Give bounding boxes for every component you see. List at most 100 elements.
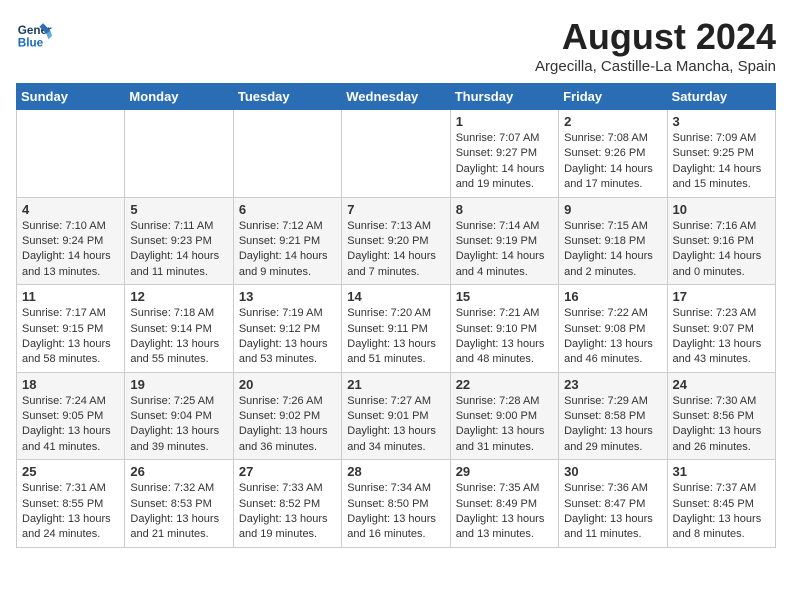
day-info: Sunrise: 7:28 AM Sunset: 9:00 PM Dayligh… xyxy=(456,394,553,456)
calendar-cell: 14Sunrise: 7:20 AM Sunset: 9:11 PM Dayli… xyxy=(342,285,450,373)
day-info: Sunrise: 7:19 AM Sunset: 9:12 PM Dayligh… xyxy=(239,306,336,368)
calendar-cell xyxy=(125,110,233,198)
day-info: Sunrise: 7:31 AM Sunset: 8:55 PM Dayligh… xyxy=(22,481,119,543)
day-number: 23 xyxy=(564,377,661,392)
day-info: Sunrise: 7:27 AM Sunset: 9:01 PM Dayligh… xyxy=(347,394,444,456)
month-year: August 2024 xyxy=(535,16,776,58)
week-row-4: 18Sunrise: 7:24 AM Sunset: 9:05 PM Dayli… xyxy=(17,372,776,460)
day-info: Sunrise: 7:34 AM Sunset: 8:50 PM Dayligh… xyxy=(347,481,444,543)
weekday-header-saturday: Saturday xyxy=(667,84,775,110)
day-info: Sunrise: 7:16 AM Sunset: 9:16 PM Dayligh… xyxy=(673,219,770,281)
day-number: 22 xyxy=(456,377,553,392)
day-info: Sunrise: 7:22 AM Sunset: 9:08 PM Dayligh… xyxy=(564,306,661,368)
day-number: 9 xyxy=(564,202,661,217)
day-number: 15 xyxy=(456,289,553,304)
calendar-cell: 16 Sunrise: 7:22 AM Sunset: 9:08 PM Dayli… xyxy=(559,285,667,373)
day-info: Sunrise: 7:12 AM Sunset: 9:21 PM Dayligh… xyxy=(239,219,336,281)
logo-icon: General Blue xyxy=(16,16,52,52)
calendar-cell: 6 Sunrise: 7:12 AM Sunset: 9:21 PM Daylig… xyxy=(233,197,341,285)
day-number: 24 xyxy=(673,377,770,392)
day-info: Sunrise: 7:37 AM Sunset: 8:45 PM Dayligh… xyxy=(673,481,770,543)
day-number: 26 xyxy=(130,464,227,479)
day-number: 31 xyxy=(673,464,770,479)
calendar-cell: 31 Sunrise: 7:37 AM Sunset: 8:45 PM Dayli… xyxy=(667,460,775,548)
day-info: Sunrise: 7:17 AM Sunset: 9:15 PM Dayligh… xyxy=(22,306,119,368)
week-row-1: 1Sunrise: 7:07 AM Sunset: 9:27 PM Daylig… xyxy=(17,110,776,198)
day-number: 16 xyxy=(564,289,661,304)
calendar-table: SundayMondayTuesdayWednesdayThursdayFrid… xyxy=(16,83,776,548)
calendar-cell: 8Sunrise: 7:14 AM Sunset: 9:19 PM Daylig… xyxy=(450,197,558,285)
calendar-cell: 28 Sunrise: 7:34 AM Sunset: 8:50 PM Dayli… xyxy=(342,460,450,548)
day-number: 27 xyxy=(239,464,336,479)
day-number: 4 xyxy=(22,202,119,217)
day-info: Sunrise: 7:09 AM Sunset: 9:25 PM Dayligh… xyxy=(673,131,770,193)
header: General Blue August 2024 Argecilla, Cast… xyxy=(16,16,776,75)
calendar-cell xyxy=(17,110,125,198)
day-number: 18 xyxy=(22,377,119,392)
weekday-header-monday: Monday xyxy=(125,84,233,110)
day-number: 29 xyxy=(456,464,553,479)
day-info: Sunrise: 7:14 AM Sunset: 9:19 PM Dayligh… xyxy=(456,219,553,281)
day-info: Sunrise: 7:30 AM Sunset: 8:56 PM Dayligh… xyxy=(673,394,770,456)
calendar-cell: 18Sunrise: 7:24 AM Sunset: 9:05 PM Dayli… xyxy=(17,372,125,460)
day-number: 30 xyxy=(564,464,661,479)
calendar-cell: 3 Sunrise: 7:09 AM Sunset: 9:25 PM Daylig… xyxy=(667,110,775,198)
calendar-cell: 10 Sunrise: 7:16 AM Sunset: 9:16 PM Dayli… xyxy=(667,197,775,285)
day-info: Sunrise: 7:35 AM Sunset: 8:49 PM Dayligh… xyxy=(456,481,553,543)
calendar-cell: 5Sunrise: 7:11 AM Sunset: 9:23 PM Daylig… xyxy=(125,197,233,285)
calendar-cell: 22 Sunrise: 7:28 AM Sunset: 9:00 PM Dayli… xyxy=(450,372,558,460)
calendar-cell: 2 Sunrise: 7:08 AM Sunset: 9:26 PM Daylig… xyxy=(559,110,667,198)
day-info: Sunrise: 7:18 AM Sunset: 9:14 PM Dayligh… xyxy=(130,306,227,368)
weekday-header-row: SundayMondayTuesdayWednesdayThursdayFrid… xyxy=(17,84,776,110)
day-number: 20 xyxy=(239,377,336,392)
calendar-cell: 20 Sunrise: 7:26 AM Sunset: 9:02 PM Dayli… xyxy=(233,372,341,460)
day-number: 10 xyxy=(673,202,770,217)
day-info: Sunrise: 7:08 AM Sunset: 9:26 PM Dayligh… xyxy=(564,131,661,193)
day-number: 6 xyxy=(239,202,336,217)
day-number: 17 xyxy=(673,289,770,304)
calendar-cell: 23 Sunrise: 7:29 AM Sunset: 8:58 PM Dayli… xyxy=(559,372,667,460)
weekday-header-wednesday: Wednesday xyxy=(342,84,450,110)
calendar-cell: 15 Sunrise: 7:21 AM Sunset: 9:10 PM Dayli… xyxy=(450,285,558,373)
title-area: August 2024 Argecilla, Castille-La Manch… xyxy=(535,16,776,75)
calendar-cell: 11 Sunrise: 7:17 AM Sunset: 9:15 PM Dayli… xyxy=(17,285,125,373)
day-number: 12 xyxy=(130,289,227,304)
week-row-3: 11 Sunrise: 7:17 AM Sunset: 9:15 PM Dayli… xyxy=(17,285,776,373)
calendar-cell: 9 Sunrise: 7:15 AM Sunset: 9:18 PM Daylig… xyxy=(559,197,667,285)
location: Argecilla, Castille-La Mancha, Spain xyxy=(535,58,776,75)
logo: General Blue xyxy=(16,16,52,52)
day-number: 21 xyxy=(347,377,444,392)
day-info: Sunrise: 7:29 AM Sunset: 8:58 PM Dayligh… xyxy=(564,394,661,456)
weekday-header-sunday: Sunday xyxy=(17,84,125,110)
day-info: Sunrise: 7:13 AM Sunset: 9:20 PM Dayligh… xyxy=(347,219,444,281)
day-info: Sunrise: 7:07 AM Sunset: 9:27 PM Dayligh… xyxy=(456,131,553,193)
calendar-cell: 12 Sunrise: 7:18 AM Sunset: 9:14 PM Dayli… xyxy=(125,285,233,373)
day-number: 28 xyxy=(347,464,444,479)
day-info: Sunrise: 7:26 AM Sunset: 9:02 PM Dayligh… xyxy=(239,394,336,456)
calendar-cell xyxy=(342,110,450,198)
calendar-cell: 30Sunrise: 7:36 AM Sunset: 8:47 PM Dayli… xyxy=(559,460,667,548)
day-number: 25 xyxy=(22,464,119,479)
day-info: Sunrise: 7:33 AM Sunset: 8:52 PM Dayligh… xyxy=(239,481,336,543)
week-row-5: 25 Sunrise: 7:31 AM Sunset: 8:55 PM Dayli… xyxy=(17,460,776,548)
calendar-cell: 29 Sunrise: 7:35 AM Sunset: 8:49 PM Dayli… xyxy=(450,460,558,548)
day-info: Sunrise: 7:10 AM Sunset: 9:24 PM Dayligh… xyxy=(22,219,119,281)
day-number: 2 xyxy=(564,114,661,129)
calendar-cell: 1Sunrise: 7:07 AM Sunset: 9:27 PM Daylig… xyxy=(450,110,558,198)
day-info: Sunrise: 7:25 AM Sunset: 9:04 PM Dayligh… xyxy=(130,394,227,456)
day-number: 7 xyxy=(347,202,444,217)
calendar-cell: 27 Sunrise: 7:33 AM Sunset: 8:52 PM Dayli… xyxy=(233,460,341,548)
day-number: 13 xyxy=(239,289,336,304)
calendar-cell: 21 Sunrise: 7:27 AM Sunset: 9:01 PM Dayli… xyxy=(342,372,450,460)
calendar-cell: 25 Sunrise: 7:31 AM Sunset: 8:55 PM Dayli… xyxy=(17,460,125,548)
day-number: 5 xyxy=(130,202,227,217)
weekday-header-thursday: Thursday xyxy=(450,84,558,110)
day-number: 11 xyxy=(22,289,119,304)
day-info: Sunrise: 7:15 AM Sunset: 9:18 PM Dayligh… xyxy=(564,219,661,281)
day-info: Sunrise: 7:21 AM Sunset: 9:10 PM Dayligh… xyxy=(456,306,553,368)
calendar-cell: 4 Sunrise: 7:10 AM Sunset: 9:24 PM Daylig… xyxy=(17,197,125,285)
weekday-header-tuesday: Tuesday xyxy=(233,84,341,110)
day-info: Sunrise: 7:32 AM Sunset: 8:53 PM Dayligh… xyxy=(130,481,227,543)
day-number: 19 xyxy=(130,377,227,392)
day-number: 3 xyxy=(673,114,770,129)
